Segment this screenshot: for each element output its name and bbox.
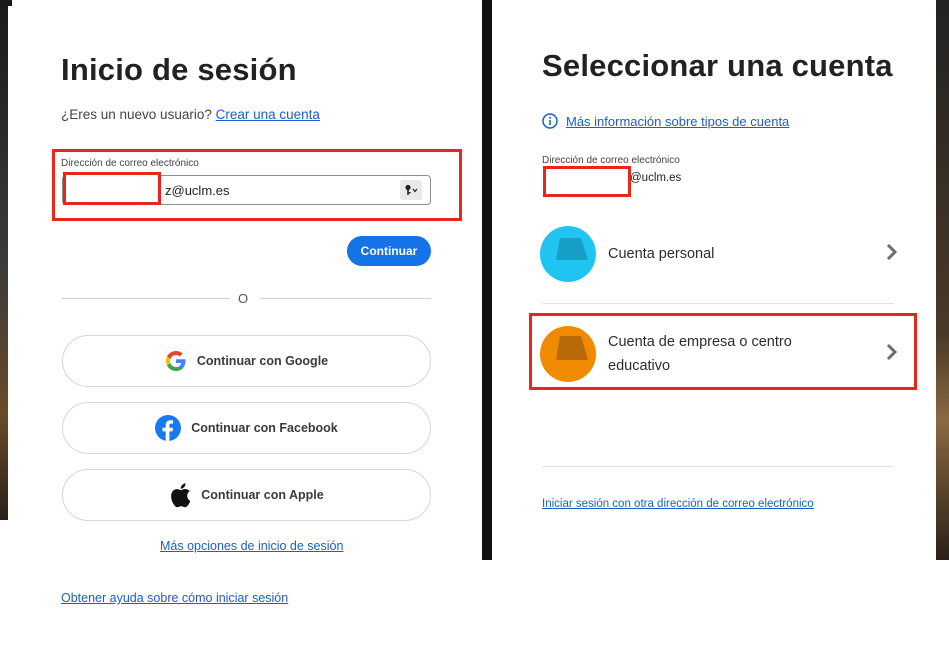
help-link[interactable]: Obtener ayuda sobre cómo iniciar sesión	[61, 591, 288, 605]
background-photo-right	[936, 0, 949, 560]
create-account-link[interactable]: Crear una cuenta	[216, 107, 320, 122]
account-select-title: Seleccionar una cuenta	[542, 48, 893, 83]
divider-right	[260, 298, 431, 299]
facebook-button[interactable]: Continuar con Facebook	[62, 402, 431, 454]
google-button[interactable]: Continuar con Google	[62, 335, 431, 387]
page-title: Inicio de sesión	[61, 52, 297, 87]
redaction-box-right	[543, 166, 631, 197]
google-icon	[165, 350, 187, 372]
selected-email-label: Dirección de correo electrónico	[542, 155, 680, 166]
or-separator: O	[238, 291, 249, 306]
apple-button[interactable]: Continuar con Apple	[62, 469, 431, 521]
info-row: Más información sobre tipos de cuenta	[542, 113, 789, 129]
account-divider	[542, 303, 894, 304]
selected-email-value: @uclm.es	[630, 172, 682, 184]
personal-account-avatar	[540, 226, 596, 282]
apple-icon	[169, 482, 191, 508]
more-options-link[interactable]: Más opciones de inicio de sesión	[160, 539, 343, 553]
apple-button-label: Continuar con Apple	[201, 488, 324, 502]
account-types-info-link[interactable]: Más información sobre tipos de cuenta	[566, 114, 789, 129]
info-icon	[542, 113, 558, 129]
other-email-link[interactable]: Iniciar sesión con otra dirección de cor…	[542, 498, 814, 510]
chevron-right-icon	[886, 241, 898, 267]
highlight-box-business	[529, 313, 917, 390]
divider-left	[62, 298, 230, 299]
personal-account-option[interactable]: Cuenta personal	[540, 225, 898, 283]
facebook-icon	[155, 415, 182, 441]
highlight-box-email	[52, 149, 462, 221]
new-user-prompt: ¿Eres un nuevo usuario?	[61, 107, 212, 122]
google-button-label: Continuar con Google	[196, 354, 329, 368]
continue-button[interactable]: Continuar	[347, 236, 431, 266]
personal-account-label: Cuenta personal	[608, 246, 715, 262]
facebook-button-label: Continuar con Facebook	[191, 421, 338, 435]
new-user-row: ¿Eres un nuevo usuario? Crear una cuenta	[61, 107, 320, 122]
background-photo-middle	[482, 0, 492, 560]
bottom-divider	[542, 466, 894, 467]
